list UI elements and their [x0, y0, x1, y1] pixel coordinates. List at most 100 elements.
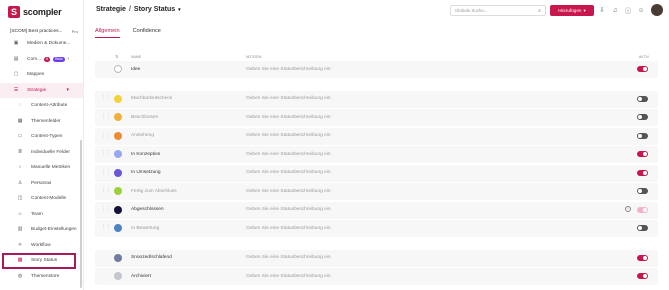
active-toggle[interactable]	[637, 66, 648, 72]
active-toggle[interactable]	[637, 273, 648, 279]
drag-handle-icon[interactable]: ⋮⋮	[101, 169, 111, 175]
sidebar-item-label: Mappen	[27, 72, 45, 78]
status-note[interactable]: Geben Sie eine Statusbeschreibung ein	[246, 152, 331, 157]
table-row[interactable]: Snoozed/schlafend Geben Sie eine Statusbe…	[95, 249, 658, 267]
bell-icon[interactable]: ♫	[611, 6, 619, 14]
status-note[interactable]: Geben Sie eine Statusbeschreibung ein	[246, 115, 331, 120]
sidebar-item-manuelle-metriken[interactable]: ♁ Manuelle Metriken	[0, 160, 83, 176]
status-color-swatch[interactable]	[114, 205, 122, 214]
sidebar-item-individuelle-felder[interactable]: ≣ Individuelle Felder	[0, 145, 83, 161]
status-name[interactable]: Archiviert	[131, 274, 151, 279]
status-note[interactable]: Geben Sie eine Statusbeschreibung ein	[246, 207, 331, 212]
table-row[interactable]: ⋮⋮ Abgeschlossen Geben Sie eine Statusbesc…	[95, 201, 658, 219]
scompler-logo-icon: S	[8, 6, 20, 18]
active-toggle[interactable]	[637, 254, 648, 261]
drag-handle-icon[interactable]: ⋮⋮	[101, 95, 111, 101]
status-note[interactable]: Geben Sie eine Statusbeschreibung ein	[246, 255, 331, 260]
status-name[interactable]: Fertig zum Abschluss	[131, 189, 177, 194]
sidebar-item-themenstore[interactable]: ◍ Themenstore	[0, 269, 83, 285]
drag-handle-icon[interactable]: ⋮⋮	[101, 206, 111, 212]
status-color-swatch[interactable]	[114, 168, 122, 177]
status-note[interactable]: Geben Sie eine Statusbeschreibung ein	[246, 170, 331, 175]
avatar[interactable]	[651, 4, 663, 16]
active-toggle[interactable]	[637, 151, 648, 157]
status-name[interactable]: Abgeschlossen	[131, 207, 164, 212]
chevron-down-icon[interactable]: ▾	[178, 7, 181, 13]
table-row[interactable]: ⋮⋮ Ansteheng Geben Sie eine Statusbeschrei…	[95, 127, 658, 145]
status-note[interactable]: Geben Sie eine Statusbeschreibung ein	[246, 226, 331, 231]
table-row[interactable]: ⋮⋮ In Konzeption Geben Sie eine Statusbesc…	[95, 146, 658, 163]
status-name[interactable]: In Konzeption	[131, 152, 160, 157]
active-toggle[interactable]	[637, 169, 648, 176]
sidebar-item-content-typen[interactable]: ▭ Content-Typen	[0, 129, 83, 145]
table-row[interactable]: Archiviert Geben Sie eine Statusbeschreib…	[95, 268, 658, 285]
status-note[interactable]: Geben Sie eine Statusbeschreibung ein	[246, 274, 331, 279]
status-note[interactable]: Geben Sie eine Statusbeschreibung ein	[246, 133, 331, 138]
status-color-swatch[interactable]	[114, 65, 122, 73]
table-row[interactable]: Idee Geben Sie eine Statusbeschreibung ei…	[95, 61, 658, 78]
sidebar-item-team[interactable]: ☺ Team	[0, 207, 83, 223]
active-toggle[interactable]	[637, 132, 648, 139]
status-color-swatch[interactable]	[114, 272, 122, 280]
drag-handle-icon[interactable]: ⋮⋮	[101, 187, 111, 193]
table-row[interactable]: ⋮⋮ In Umsetzung Geben Sie eine Statusbesch…	[95, 164, 658, 182]
status-color-swatch[interactable]	[114, 113, 122, 121]
sidebar-item-content-attribute[interactable]: ◌ Content-Attribute	[0, 98, 83, 114]
table-row[interactable]: ⋮⋮ Machbarkeitscheck Geben Sie eine Status…	[95, 90, 658, 108]
tab-allgemein[interactable]: Allgemein	[95, 28, 120, 38]
sidebar-item-mappen[interactable]: ▢ Mappen	[0, 67, 83, 83]
table-row[interactable]: ⋮⋮ In Bewertung Geben Sie eine Statusbesch…	[95, 220, 658, 237]
status-name[interactable]: In Bewertung	[131, 226, 159, 231]
status-name[interactable]: Beschlossen	[131, 115, 158, 120]
sidebar-item-budget[interactable]: ▥ Budget-Einstellungen	[0, 222, 83, 238]
drag-handle-icon[interactable]: ⋮⋮	[101, 224, 111, 230]
help-icon[interactable]: ⓘ	[624, 6, 632, 15]
sidebar-item-strategie[interactable]: ☰ Strategie ▾	[0, 82, 83, 98]
status-name[interactable]: Machbarkeitscheck	[131, 96, 172, 101]
status-note[interactable]: Geben Sie eine Statusbeschreibung ein	[246, 67, 331, 72]
status-color-swatch[interactable]	[114, 253, 122, 262]
info-icon[interactable]: i	[625, 206, 631, 212]
status-note[interactable]: Geben Sie eine Statusbeschreibung ein	[246, 189, 331, 194]
sidebar-item-label: Manuelle Metriken	[31, 165, 71, 171]
status-color-swatch[interactable]	[114, 94, 122, 103]
user-icon[interactable]: ☺	[637, 6, 645, 14]
status-name[interactable]: In Umsetzung	[131, 170, 161, 175]
table-row[interactable]: ⋮⋮ Fertig zum Abschluss Geben Sie eine Sta…	[95, 183, 658, 200]
sidebar-scrollbar[interactable]	[80, 140, 82, 288]
breadcrumb-current[interactable]: Story Status	[134, 6, 175, 13]
status-note[interactable]: Geben Sie eine Statusbeschreibung ein	[246, 96, 331, 101]
active-toggle[interactable]	[637, 225, 648, 231]
status-color-swatch[interactable]	[114, 187, 122, 195]
workspace-selector[interactable]: [SCOM] Best practices... Pro	[10, 29, 78, 34]
chevron-right-icon: ›	[67, 56, 69, 63]
active-toggle[interactable]	[637, 114, 648, 120]
sidebar-item-media[interactable]: ▣ Medien & Dokume...	[0, 36, 83, 52]
sidebar-item-personas[interactable]: ♙ Personas	[0, 176, 83, 192]
sidebar-item-story-status[interactable]: ▩ Story Status	[2, 253, 76, 269]
drag-handle-icon[interactable]: ⋮⋮	[101, 113, 111, 119]
active-toggle[interactable]	[637, 188, 648, 194]
active-toggle[interactable]	[637, 95, 648, 102]
tab-confidence[interactable]: Confidence	[133, 28, 161, 38]
team-icon: ☺	[17, 211, 23, 217]
status-name[interactable]: Ansteheng	[131, 133, 154, 138]
drag-handle-icon[interactable]: ⋮⋮	[101, 132, 111, 138]
sidebar-item-themenfelder[interactable]: ▦ Themenfelder	[0, 114, 83, 130]
sort-icon[interactable]: ⇅	[115, 54, 118, 59]
status-color-swatch[interactable]	[114, 150, 122, 158]
table-row[interactable]: ⋮⋮ Beschlossen Geben Sie eine Statusbeschr…	[95, 109, 658, 126]
app-logo[interactable]: S scompler	[8, 5, 62, 19]
status-color-swatch[interactable]	[114, 224, 122, 232]
download-icon[interactable]: ⇩	[598, 6, 606, 14]
breadcrumb-parent[interactable]: Strategie	[96, 6, 126, 13]
sidebar-item-community[interactable]: ▤ Com... 6 Beta ›	[0, 52, 83, 68]
status-name[interactable]: Idee	[131, 67, 140, 72]
sidebar-item-content-modelle[interactable]: ◫ Content-Modelle	[0, 191, 83, 207]
status-name[interactable]: Snoozed/schlafend	[131, 255, 172, 260]
drag-handle-icon[interactable]: ⋮⋮	[101, 150, 111, 156]
sidebar-item-workflow[interactable]: ⟡ Workflow	[0, 238, 83, 254]
status-color-swatch[interactable]	[114, 131, 122, 140]
search-input[interactable]: Globale Suche... ⌕	[450, 5, 546, 16]
add-button[interactable]: Hinzufügen ▾	[550, 5, 594, 16]
